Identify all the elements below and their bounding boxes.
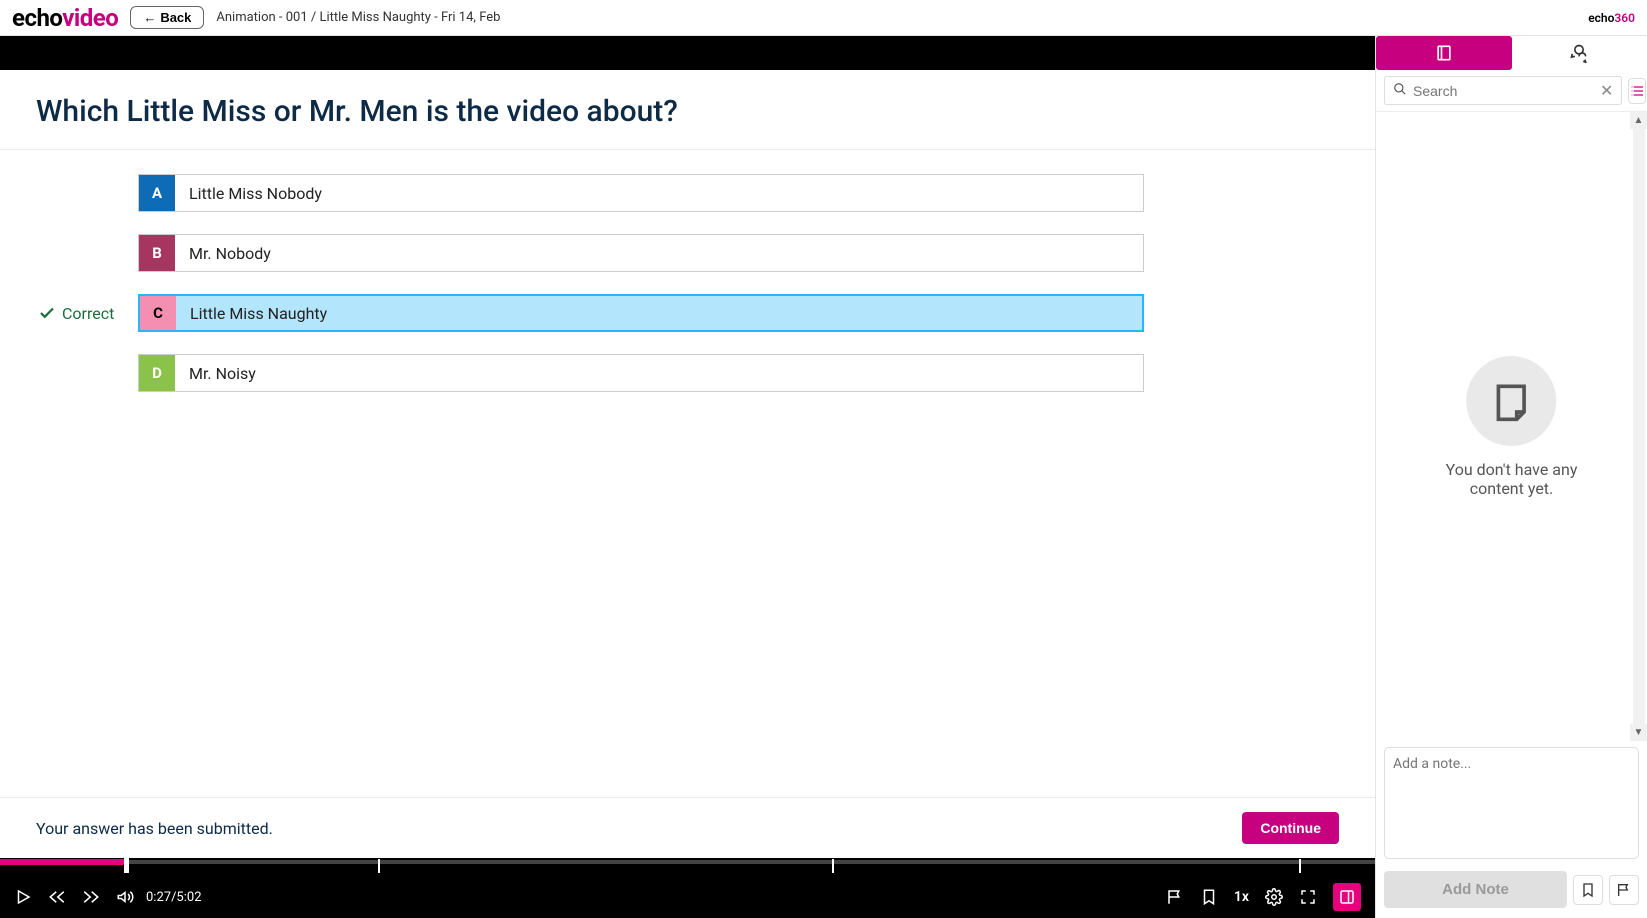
answers-list: ALittle Miss NobodyBMr. NobodyCorrectCLi… <box>0 150 1375 438</box>
correct-indicator: Correct <box>38 304 138 323</box>
note-input[interactable] <box>1393 756 1630 846</box>
logo[interactable]: echovideo <box>12 4 118 32</box>
answer-text: Mr. Nobody <box>175 235 1143 271</box>
panel-toggle-icon[interactable] <box>1333 883 1361 911</box>
answer-text: Mr. Noisy <box>175 355 1143 391</box>
arrow-left-icon: ← <box>143 10 156 25</box>
progress-marker[interactable] <box>1299 859 1301 873</box>
top-header: echovideo ← Back Animation - 001 / Littl… <box>0 0 1647 36</box>
flag-icon[interactable] <box>1166 888 1184 906</box>
progress-fill <box>0 859 124 865</box>
logo-small: echo360 <box>1588 11 1635 25</box>
breadcrumb: Animation - 001 / Little Miss Naughty - … <box>216 10 500 25</box>
empty-message: You don't have any content yet. <box>1444 460 1580 498</box>
progress-handle[interactable] <box>124 855 129 873</box>
answer-letter: B <box>139 235 175 271</box>
back-button[interactable]: ← Back <box>130 6 204 29</box>
progress-marker[interactable] <box>832 859 834 873</box>
answer-text: Little Miss Naughty <box>176 296 1142 330</box>
answer-option[interactable]: DMr. Noisy <box>138 354 1144 392</box>
sidebar: ✕ You don't have any content yet. ▲ ▼ <box>1375 36 1647 918</box>
submitted-message: Your answer has been submitted. <box>36 819 273 838</box>
answer-row: BMr. Nobody <box>0 234 1375 272</box>
submit-strip: Your answer has been submitted. Continue <box>0 797 1375 858</box>
answer-option[interactable]: CLittle Miss Naughty <box>138 294 1144 332</box>
answer-row: DMr. Noisy <box>0 354 1375 392</box>
search-row: ✕ <box>1376 70 1647 112</box>
note-bookmark-icon[interactable] <box>1573 875 1603 905</box>
logo-part1: echo <box>12 4 62 32</box>
tab-notes[interactable] <box>1376 36 1512 70</box>
search-wrap: ✕ <box>1384 76 1622 105</box>
answer-letter: A <box>139 175 175 211</box>
settings-gear-icon[interactable] <box>1265 888 1283 906</box>
scrollbar[interactable] <box>1633 118 1645 735</box>
notes-body: You don't have any content yet. ▲ ▼ <box>1376 112 1647 741</box>
answer-letter: D <box>139 355 175 391</box>
bookmark-icon[interactable] <box>1200 888 1218 906</box>
answer-row: ALittle Miss Nobody <box>0 174 1375 212</box>
progress-marker[interactable] <box>378 859 380 873</box>
player-bar: 0:27/5:02 1x <box>0 858 1375 918</box>
search-input[interactable] <box>1413 83 1594 99</box>
back-label: Back <box>160 10 191 25</box>
fullscreen-icon[interactable] <box>1299 888 1317 906</box>
scroll-up-icon[interactable]: ▲ <box>1630 112 1647 129</box>
question-title: Which Little Miss or Mr. Men is the vide… <box>0 70 1375 150</box>
logo-part2: video <box>62 4 118 32</box>
sidebar-tabs <box>1376 36 1647 70</box>
continue-button[interactable]: Continue <box>1242 812 1339 844</box>
answer-option[interactable]: BMr. Nobody <box>138 234 1144 272</box>
answer-letter: C <box>140 296 176 330</box>
fast-forward-icon[interactable] <box>82 888 100 906</box>
notes-empty: You don't have any content yet. <box>1444 356 1580 498</box>
note-footer: Add Note <box>1376 865 1647 918</box>
answer-row: CorrectCLittle Miss Naughty <box>0 294 1375 332</box>
progress-bar[interactable] <box>0 858 1375 876</box>
add-note-button[interactable]: Add Note <box>1384 871 1567 908</box>
filter-button[interactable] <box>1628 78 1646 104</box>
main-content: Which Little Miss or Mr. Men is the vide… <box>0 36 1375 918</box>
progress-track <box>0 860 1375 864</box>
search-icon <box>1393 81 1407 100</box>
scroll-down-icon[interactable]: ▼ <box>1630 724 1647 741</box>
speed-button[interactable]: 1x <box>1234 889 1249 905</box>
video-strip <box>0 36 1375 70</box>
tab-discussion[interactable] <box>1512 36 1647 70</box>
rewind-icon[interactable] <box>48 888 66 906</box>
play-icon[interactable] <box>14 888 32 906</box>
time-display: 0:27/5:02 <box>146 890 202 905</box>
note-flag-icon[interactable] <box>1609 875 1639 905</box>
note-icon <box>1467 356 1557 446</box>
volume-icon[interactable] <box>116 888 134 906</box>
note-input-wrap <box>1384 747 1639 859</box>
answer-option[interactable]: ALittle Miss Nobody <box>138 174 1144 212</box>
answer-text: Little Miss Nobody <box>175 175 1143 211</box>
clear-search-icon[interactable]: ✕ <box>1600 81 1613 100</box>
